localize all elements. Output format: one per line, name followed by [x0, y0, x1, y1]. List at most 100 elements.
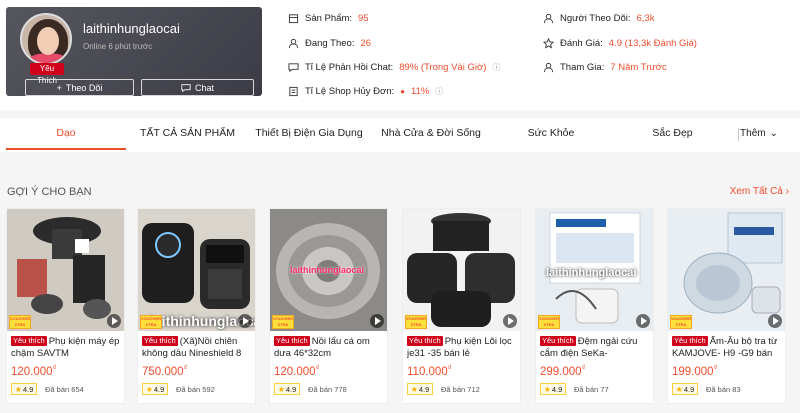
nav-divider	[738, 128, 739, 141]
tab-all-products[interactable]: TẤT CẢ SẢN PHẨM	[130, 118, 245, 150]
price-value: 120.000	[274, 365, 316, 378]
store-icon	[288, 14, 299, 24]
products-value: 95	[358, 13, 369, 24]
rating-value: 4.9	[285, 384, 297, 394]
chat-rate-label: Tỉ Lệ Phản Hồi Chat:	[305, 62, 394, 73]
warning-icon: ●	[400, 87, 405, 96]
see-all-link[interactable]: Xem Tất Cả ›	[730, 186, 789, 197]
see-all-label: Xem Tất Cả	[729, 186, 783, 197]
section-title: GỢI Ý CHO BẠN	[7, 186, 92, 198]
product-card[interactable]: VOUCHER XTRA Yêu thích Phụ kiện máy ép ch…	[6, 208, 125, 404]
following-value: 26	[360, 38, 372, 49]
tab-home-living[interactable]: Nhà Cửa & Đời Sống	[375, 118, 487, 150]
favorite-tag: Yêu thích	[540, 336, 576, 346]
followers-value: 6,3k	[636, 13, 655, 24]
tab-beauty[interactable]: Sắc Đẹp	[615, 118, 730, 150]
chat-label: Chat	[194, 82, 214, 93]
rating-badge: ★ 4.9	[142, 383, 168, 395]
cancel-order-icon	[289, 86, 298, 97]
avatar	[20, 13, 72, 65]
tab-health[interactable]: Sức Khỏe	[495, 118, 607, 150]
play-video-icon[interactable]	[768, 314, 782, 328]
info-icon[interactable]: ⓘ	[435, 86, 443, 97]
product-card[interactable]: VOUCHER XTRA Yêu thích Ấm-Âu bộ tra từ KA…	[667, 208, 786, 404]
voucher-badge: VOUCHER XTRA	[140, 315, 162, 329]
rating-label: Đánh Giá:	[560, 38, 603, 49]
play-video-icon[interactable]	[503, 314, 517, 328]
more-label: Thêm	[740, 128, 766, 139]
stat-rating: Đánh Giá: 4.9 (13,3k Đánh Giá)	[543, 38, 697, 49]
rating-value: 4.9	[551, 384, 563, 394]
play-video-icon[interactable]	[238, 314, 252, 328]
product-card[interactable]: laithinhunglaocai VOUCHER XTRA Yêu thích…	[269, 208, 388, 404]
product-price: 120.000₫	[274, 365, 319, 378]
shop-online-status: Online 6 phút trước	[83, 42, 153, 51]
currency: ₫	[183, 365, 188, 372]
rating-value: 4.9 (13,3k Đánh Giá)	[608, 38, 697, 49]
star-icon: ★	[543, 384, 551, 394]
product-title: Yêu thích (Xã)Nồi chiên không dầu Nineshi…	[142, 336, 252, 360]
product-price: 110.000₫	[407, 365, 451, 378]
voucher-badge: VOUCHER XTRA	[670, 315, 692, 329]
chat-button[interactable]: Chat	[141, 79, 254, 96]
sold-count: Đã bán 77	[574, 385, 609, 394]
currency: ₫	[52, 365, 57, 372]
product-title: Yêu thích Phụ kiện Lõi lọc je31 -35 bán l…	[407, 336, 517, 360]
rating-badge: ★ 4.9	[540, 383, 566, 395]
product-price: 120.000₫	[11, 365, 56, 378]
product-image: laithinhunglaocai VOUCHER XTRA	[138, 209, 255, 331]
rating-value: 4.9	[683, 384, 695, 394]
cancel-rate-value: 11%	[410, 86, 430, 97]
currency: ₫	[315, 365, 320, 372]
star-icon	[543, 38, 554, 49]
rating-value: 4.9	[153, 384, 165, 394]
joined-label: Tham Gia:	[560, 62, 605, 73]
tab-appliances[interactable]: Thiết Bị Điện Gia Dụng	[250, 118, 368, 150]
star-icon: ★	[675, 384, 683, 394]
rating-value: 4.9	[22, 384, 34, 394]
star-icon: ★	[277, 384, 285, 394]
favorite-tag: Yêu thích	[274, 336, 310, 346]
product-image: VOUCHER XTRA	[668, 209, 785, 331]
rating-badge: ★ 4.9	[672, 383, 698, 395]
rating-badge: ★ 4.9	[11, 383, 37, 395]
currency: ₫	[713, 365, 718, 372]
product-card[interactable]: VOUCHER XTRA Yêu thích Phụ kiện Lõi lọc j…	[402, 208, 521, 404]
product-card[interactable]: laithinhunglaocai VOUCHER XTRA Yêu thích…	[137, 208, 256, 404]
person-icon	[288, 38, 299, 49]
play-video-icon[interactable]	[636, 314, 650, 328]
stat-following: Đang Theo: 26	[288, 38, 371, 49]
shop-name: laithinhunglaocai	[83, 21, 180, 36]
star-icon: ★	[410, 384, 418, 394]
tab-dao[interactable]: Dạo	[6, 118, 126, 150]
play-video-icon[interactable]	[370, 314, 384, 328]
watermark: laithinhunglaocai	[546, 267, 637, 279]
shop-header: Yêu Thích laithinhunglaocai Online 6 phú…	[0, 0, 800, 110]
joined-value: 7 Năm Trước	[610, 62, 667, 73]
currency: ₫	[447, 365, 452, 372]
following-label: Đang Theo:	[305, 38, 355, 49]
chat-rate-value: 89% (Trong Vài Giờ)	[399, 62, 487, 73]
product-title: Yêu thích Ấm-Âu bộ tra từ KAMJOVE- H9 -G9…	[672, 336, 782, 360]
shop-nav: Dạo TẤT CẢ SẢN PHẨM Thiết Bị Điện Gia Dụ…	[0, 118, 800, 152]
stat-cancel-rate: Tỉ Lệ Shop Hủy Đơn: ● 11% ⓘ	[288, 86, 443, 97]
product-price: 199.000₫	[672, 365, 717, 378]
product-image: VOUCHER XTRA	[7, 209, 124, 331]
chat-icon	[181, 83, 191, 92]
rating-badge: ★ 4.9	[274, 383, 300, 395]
product-card[interactable]: laithinhunglaocai VOUCHER XTRA Yêu thích…	[535, 208, 654, 404]
chevron-down-icon: ⌄	[769, 128, 778, 139]
star-icon: ★	[145, 384, 153, 394]
shop-avatar[interactable]: Yêu Thích	[20, 13, 72, 85]
stat-products: Sản Phẩm: 95	[288, 13, 369, 24]
join-person-icon	[543, 62, 554, 73]
voucher-badge: VOUCHER XTRA	[9, 315, 31, 329]
followers-label: Người Theo Dõi:	[560, 13, 631, 24]
follow-button[interactable]: + Theo Dõi	[25, 79, 134, 96]
info-icon[interactable]: ⓘ	[492, 62, 500, 73]
voucher-badge: VOUCHER XTRA	[405, 315, 427, 329]
price-value: 110.000	[407, 365, 448, 378]
play-video-icon[interactable]	[107, 314, 121, 328]
more-menu[interactable]: Thêm ⌄	[740, 118, 778, 150]
stat-joined: Tham Gia: 7 Năm Trước	[543, 62, 667, 73]
